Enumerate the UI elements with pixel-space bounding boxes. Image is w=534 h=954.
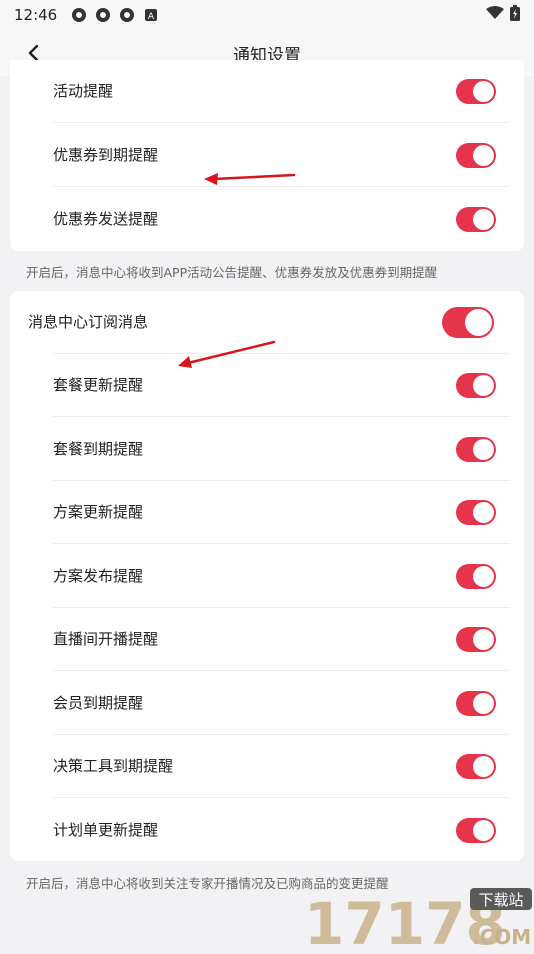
subscription-settings-card: 消息中心订阅消息 套餐更新提醒 套餐到期提醒 方案更新提醒 方案发布提醒 直播间… bbox=[10, 291, 524, 861]
status-time: 12:46 bbox=[14, 6, 58, 24]
svg-text:.COM: .COM bbox=[472, 925, 531, 949]
setting-label: 方案发布提醒 bbox=[53, 567, 144, 585]
battery-icon bbox=[510, 5, 520, 25]
setting-row[interactable]: 决策工具到期提醒 bbox=[10, 735, 524, 798]
setting-row-main[interactable]: 消息中心订阅消息 bbox=[10, 291, 524, 354]
toggle-switch[interactable] bbox=[456, 500, 496, 525]
setting-label: 优惠券到期提醒 bbox=[53, 146, 159, 164]
wifi-icon bbox=[486, 6, 504, 24]
svg-text:A: A bbox=[148, 12, 155, 22]
a-icon: A bbox=[143, 7, 159, 23]
app-icon bbox=[71, 7, 87, 23]
setting-row[interactable]: 优惠券到期提醒 bbox=[10, 124, 524, 187]
toggle-switch[interactable] bbox=[456, 564, 496, 589]
setting-row[interactable]: 方案更新提醒 bbox=[10, 481, 524, 544]
toggle-switch[interactable] bbox=[456, 437, 496, 462]
setting-row[interactable]: 方案发布提醒 bbox=[10, 545, 524, 608]
setting-label: 活动提醒 bbox=[53, 82, 114, 100]
app-icon bbox=[95, 7, 111, 23]
toggle-switch[interactable] bbox=[456, 207, 496, 232]
toggle-switch[interactable] bbox=[456, 79, 496, 104]
setting-row[interactable]: 套餐更新提醒 bbox=[10, 354, 524, 417]
setting-label: 决策工具到期提醒 bbox=[53, 757, 174, 775]
app-icon bbox=[119, 7, 135, 23]
status-bar: 12:46 A bbox=[0, 0, 534, 30]
svg-text:下载站: 下载站 bbox=[478, 891, 523, 909]
setting-label: 会员到期提醒 bbox=[53, 694, 144, 712]
toggle-switch[interactable] bbox=[456, 143, 496, 168]
site-watermark-logo: 17178 下载站 .COM bbox=[300, 884, 534, 954]
toggle-switch[interactable] bbox=[442, 307, 494, 338]
toggle-switch[interactable] bbox=[456, 818, 496, 843]
setting-label: 方案更新提醒 bbox=[53, 503, 144, 521]
setting-row[interactable]: 套餐到期提醒 bbox=[10, 418, 524, 481]
setting-label: 套餐更新提醒 bbox=[53, 376, 144, 394]
activity-settings-card: 活动提醒 优惠券到期提醒 优惠券发送提醒 bbox=[10, 60, 524, 251]
setting-label: 计划单更新提醒 bbox=[53, 821, 159, 839]
setting-row[interactable]: 优惠券发送提醒 bbox=[10, 188, 524, 251]
card1-note: 开启后，消息中心将收到APP活动公告提醒、优惠券发放及优惠券到期提醒 bbox=[26, 265, 438, 280]
setting-label: 优惠券发送提醒 bbox=[53, 210, 159, 228]
setting-label: 套餐到期提醒 bbox=[53, 440, 144, 458]
toggle-switch[interactable] bbox=[456, 691, 496, 716]
toggle-switch[interactable] bbox=[456, 754, 496, 779]
toggle-switch[interactable] bbox=[456, 373, 496, 398]
setting-label: 消息中心订阅消息 bbox=[28, 313, 149, 331]
setting-label: 直播间开播提醒 bbox=[53, 630, 159, 648]
setting-row[interactable]: 活动提醒 bbox=[10, 60, 524, 123]
setting-row[interactable]: 会员到期提醒 bbox=[10, 672, 524, 735]
setting-row[interactable]: 直播间开播提醒 bbox=[10, 608, 524, 671]
setting-row[interactable]: 计划单更新提醒 bbox=[10, 799, 524, 862]
toggle-switch[interactable] bbox=[456, 627, 496, 652]
